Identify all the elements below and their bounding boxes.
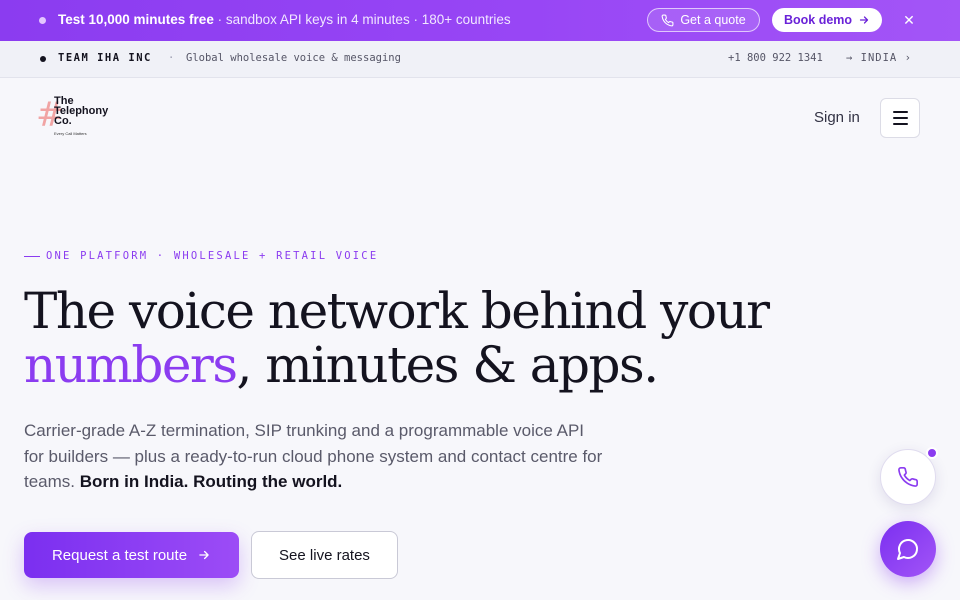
chat-bubble-icon [897,539,918,560]
region-selector[interactable]: → INDIA › [846,52,912,64]
book-demo-label: Book demo [783,13,853,27]
headline-accent: numbers [24,336,238,394]
hero-eyebrow: ONE PLATFORM · WHOLESALE + RETAIL VOICE [24,250,378,262]
close-icon[interactable]: ✕ [900,11,918,29]
arrow-right-icon [859,16,869,24]
eyebrow-rule [24,255,40,257]
see-live-rates-button[interactable]: See live rates [251,531,398,579]
hamburger-icon [892,111,908,113]
see-live-rates-label: See live rates [279,546,370,564]
hero-headline: The voice network behind your numbers, m… [24,282,770,394]
announcement-bar: Test 10,000 minutes free · sandbox API k… [0,0,960,41]
chat-widget-button[interactable] [880,521,936,577]
phone-number-link[interactable]: +1 800 922 1341 [728,52,823,64]
call-widget-button[interactable] [880,447,938,505]
arrow-right-icon [199,550,209,560]
description-highlight: Born in India. Routing the world. [79,472,343,491]
request-test-route-label: Request a test route [51,546,188,564]
logo-wordmark: The Telephony Co. [54,96,108,127]
company-bullet [40,56,46,62]
promo-message: Test 10,000 minutes free · sandbox API k… [58,12,511,27]
hamburger-icon-bar [892,117,908,119]
promo-headline: Test 10,000 minutes free [58,12,214,27]
phone-icon [661,14,674,26]
headline-rest: , minutes & apps. [236,336,659,394]
company-name: TEAM IHA INC [58,52,152,64]
menu-button[interactable] [880,98,920,138]
book-demo-button[interactable]: Book demo [772,8,882,32]
brand-logo[interactable]: # The Telephony Co. Every Call Matters [36,96,118,140]
request-test-route-button[interactable]: Request a test route [24,532,239,578]
company-tagline: Global wholesale voice & messaging [186,52,401,64]
sign-in-link[interactable]: Sign in [814,109,860,126]
info-strip: TEAM IHA INC · Global wholesale voice & … [0,41,960,78]
logo-line-3: Co. [54,115,72,127]
strip-separator: · [168,52,175,64]
phone-icon [898,467,918,487]
get-quote-label: Get a quote [680,13,746,27]
eyebrow-text: ONE PLATFORM · WHOLESALE + RETAIL VOICE [46,250,379,262]
notification-badge [926,447,938,459]
headline-line-1: The voice network behind your [24,282,770,340]
hero-description: Carrier-grade A-Z termination, SIP trunk… [24,418,604,495]
hamburger-icon-bar [892,123,908,125]
get-quote-button[interactable]: Get a quote [647,8,760,32]
logo-slogan: Every Call Matters [54,131,87,136]
promo-dot [39,17,46,24]
promo-detail: · sandbox API keys in 4 minutes · 180+ c… [217,12,511,27]
